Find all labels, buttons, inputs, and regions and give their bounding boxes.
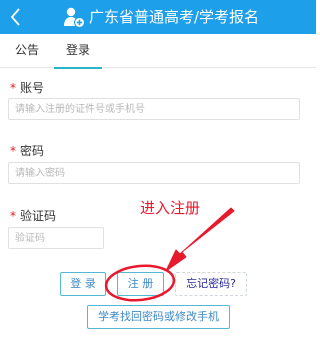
user-add-icon xyxy=(62,5,86,29)
active-tab-indicator xyxy=(54,67,102,69)
login-button[interactable]: 登 录 xyxy=(60,272,106,296)
account-label-text: 账号 xyxy=(20,81,45,95)
required-mark: * xyxy=(10,81,16,95)
captcha-label: * 验证码 xyxy=(10,208,56,224)
password-input[interactable] xyxy=(8,162,300,184)
required-mark: * xyxy=(10,144,16,158)
tab-login-label: 登录 xyxy=(65,43,90,57)
app-header: 广东省普通高考/学考报名 xyxy=(0,0,316,34)
account-label: * 账号 xyxy=(10,80,44,96)
recover-password-button[interactable]: 学考找回密码或修改手机 xyxy=(87,305,230,329)
required-mark: * xyxy=(10,209,16,223)
register-button[interactable]: 注 册 xyxy=(117,272,164,296)
back-button[interactable] xyxy=(4,4,28,30)
tab-login[interactable]: 登录 xyxy=(54,34,102,69)
password-label-text: 密码 xyxy=(20,144,45,158)
chevron-left-icon xyxy=(10,8,20,26)
account-input[interactable] xyxy=(8,98,300,120)
password-label: * 密码 xyxy=(10,143,44,159)
tab-bar: 公告 登录 xyxy=(0,34,316,69)
login-page: 广东省普通高考/学考报名 公告 登录 *账号 *密码 *验证码 登 录 注 册 … xyxy=(0,0,316,337)
annotation-label: 进入注册 xyxy=(140,199,201,217)
captcha-label-text: 验证码 xyxy=(20,209,57,223)
forgot-password-link[interactable]: 忘记密码? xyxy=(175,272,247,296)
captcha-input[interactable] xyxy=(8,227,104,249)
tab-notice[interactable]: 公告 xyxy=(0,34,54,68)
page-title: 广东省普通高考/学考报名 xyxy=(89,8,260,26)
